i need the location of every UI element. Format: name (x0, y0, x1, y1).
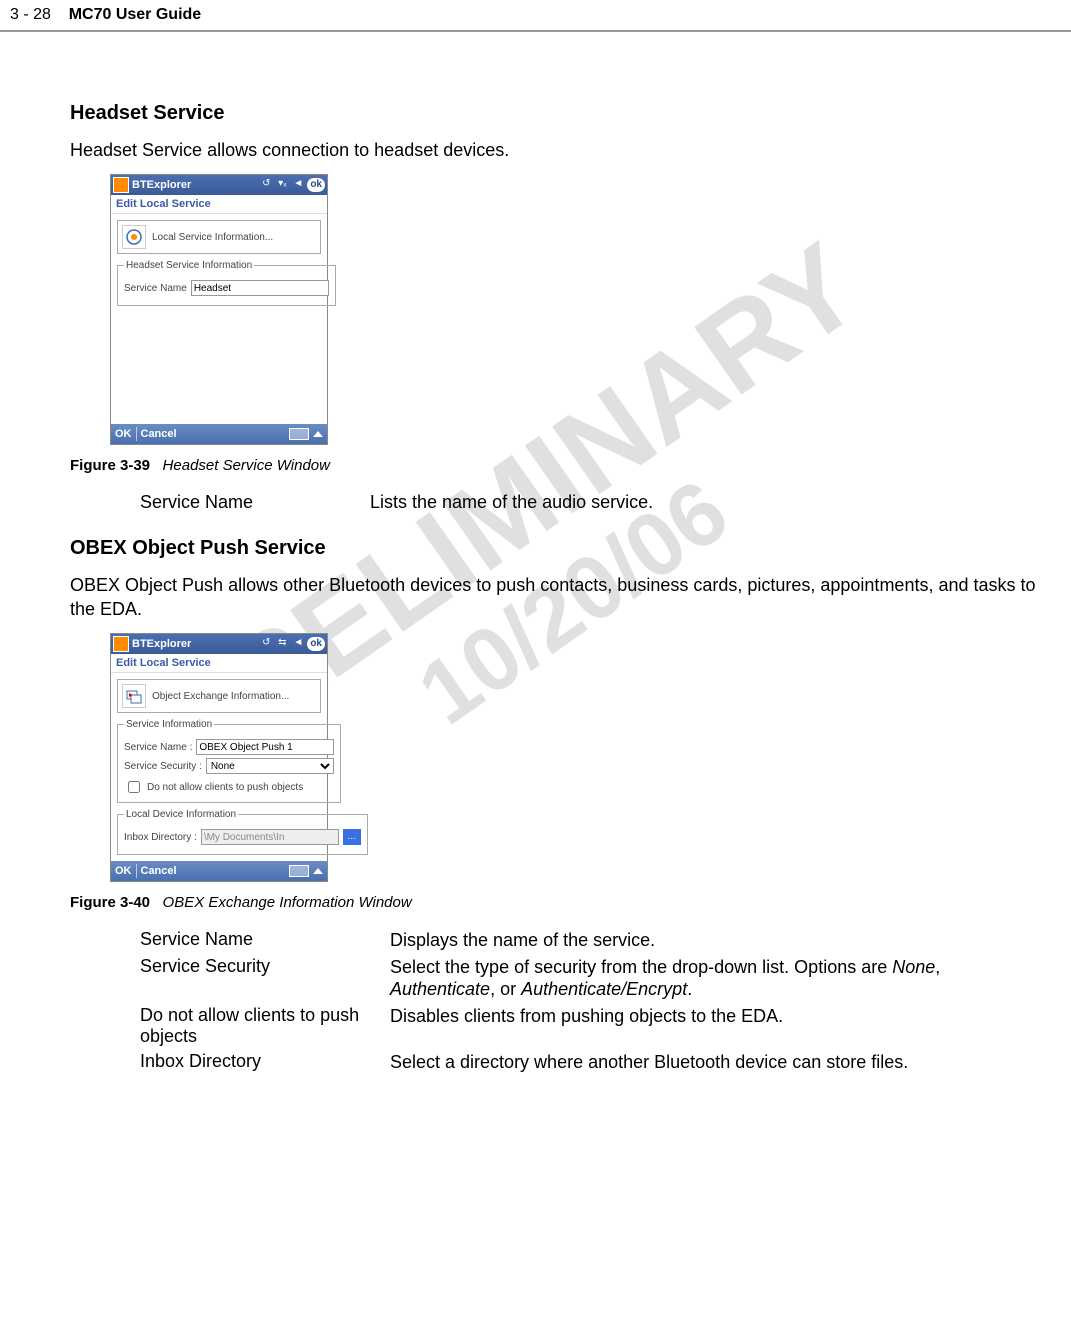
window-titlebar: BTExplorer ↺ ⇆ ◄ ok (111, 634, 327, 654)
fieldset-legend: Headset Service Information (124, 260, 254, 271)
inbox-directory-row: Inbox Directory Select a directory where… (140, 1051, 1041, 1074)
figure-number: Figure 3-40 (70, 894, 150, 911)
separator (136, 427, 137, 441)
window-title: BTExplorer (132, 638, 259, 650)
titlebar-icons: ↺ ▾ₓ ◄ ok (259, 178, 325, 192)
cancel-softkey[interactable]: Cancel (141, 865, 177, 877)
obex-service-heading: OBEX Object Push Service (70, 537, 1041, 560)
service-information-fieldset: Service Information Service Name : Servi… (117, 719, 341, 803)
service-name-input[interactable] (196, 739, 334, 755)
def-desc: Displays the name of the service. (390, 929, 1041, 952)
browse-button[interactable]: ... (343, 829, 361, 845)
start-flag-icon (113, 177, 129, 193)
info-row: Object Exchange Information... (117, 679, 321, 713)
start-flag-icon (113, 636, 129, 652)
connectivity-icon: ↺ (259, 637, 273, 651)
page-number: 3 - 28 (10, 6, 51, 23)
info-text: Object Exchange Information... (152, 691, 289, 702)
fieldset-legend: Local Device Information (124, 809, 238, 820)
figure-title: Headset Service Window (163, 457, 330, 474)
def-desc: Disables clients from pushing objects to… (390, 1005, 1041, 1047)
headset-service-window: BTExplorer ↺ ▾ₓ ◄ ok Edit Local Service … (110, 174, 328, 445)
signal-icon: ▾ₓ (275, 178, 289, 192)
speaker-icon: ◄ (291, 178, 305, 192)
info-row: Local Service Information... (117, 220, 321, 254)
service-name-label: Service Name : (124, 742, 192, 753)
local-device-fieldset: Local Device Information Inbox Directory… (117, 809, 368, 855)
guide-title: MC70 User Guide (69, 6, 201, 23)
headset-intro: Headset Service allows connection to hea… (70, 139, 1041, 162)
window-subtitle: Edit Local Service (111, 195, 327, 214)
headset-service-fieldset: Headset Service Information Service Name (117, 260, 336, 306)
def-term: Service Security (140, 956, 390, 1001)
fieldset-legend: Service Information (124, 719, 214, 730)
def-desc: Select a directory where another Bluetoo… (390, 1051, 1041, 1074)
obex-intro: OBEX Object Push allows other Bluetooth … (70, 574, 1041, 621)
def-term: Inbox Directory (140, 1051, 390, 1074)
keyboard-icon[interactable] (289, 865, 309, 877)
service-name-row: Service Name Displays the name of the se… (140, 929, 1041, 952)
cancel-softkey[interactable]: Cancel (141, 428, 177, 440)
figure-3-40-caption: Figure 3-40 OBEX Exchange Information Wi… (70, 894, 1041, 911)
def-desc: Select the type of security from the dro… (390, 956, 1041, 1001)
obex-exchange-window: BTExplorer ↺ ⇆ ◄ ok Edit Local Service O… (110, 633, 328, 882)
page-header: 3 - 28 MC70 User Guide (0, 0, 1071, 32)
separator (136, 864, 137, 878)
figure-title: OBEX Exchange Information Window (163, 894, 412, 911)
service-info-icon (122, 225, 146, 249)
do-not-allow-checkbox[interactable] (128, 781, 140, 793)
speaker-icon: ◄ (291, 637, 305, 651)
ok-button[interactable]: ok (307, 637, 325, 651)
figure-number: Figure 3-39 (70, 457, 150, 474)
window-subtitle: Edit Local Service (111, 654, 327, 673)
ok-softkey[interactable]: OK (115, 865, 132, 877)
bottom-bar: OK Cancel (111, 861, 327, 881)
sync-icon: ⇆ (275, 637, 289, 651)
service-name-definition: Service Name Lists the name of the audio… (140, 492, 1041, 513)
service-name-input[interactable] (191, 280, 329, 296)
do-not-allow-label: Do not allow clients to push objects (147, 782, 303, 793)
service-name-label: Service Name (124, 283, 187, 294)
titlebar-icons: ↺ ⇆ ◄ ok (259, 637, 325, 651)
menu-up-icon[interactable] (313, 868, 323, 874)
window-title: BTExplorer (132, 179, 259, 191)
info-text: Local Service Information... (152, 232, 273, 243)
inbox-directory-label: Inbox Directory : (124, 832, 197, 843)
bottom-bar: OK Cancel (111, 424, 327, 444)
service-security-select[interactable]: None (206, 758, 335, 774)
service-security-row: Service Security Select the type of secu… (140, 956, 1041, 1001)
def-term: Do not allow clients to push objects (140, 1005, 390, 1047)
do-not-allow-row: Do not allow clients to push objects Dis… (140, 1005, 1041, 1047)
ok-softkey[interactable]: OK (115, 428, 132, 440)
window-titlebar: BTExplorer ↺ ▾ₓ ◄ ok (111, 175, 327, 195)
menu-up-icon[interactable] (313, 431, 323, 437)
service-security-label: Service Security : (124, 761, 202, 772)
inbox-directory-input (201, 829, 339, 845)
def-term: Service Name (140, 492, 370, 513)
object-exchange-icon (122, 684, 146, 708)
figure-3-39-caption: Figure 3-39 Headset Service Window (70, 457, 1041, 474)
def-term: Service Name (140, 929, 390, 952)
connectivity-icon: ↺ (259, 178, 273, 192)
keyboard-icon[interactable] (289, 428, 309, 440)
headset-service-heading: Headset Service (70, 102, 1041, 125)
ok-button[interactable]: ok (307, 178, 325, 192)
def-desc: Lists the name of the audio service. (370, 492, 1041, 513)
